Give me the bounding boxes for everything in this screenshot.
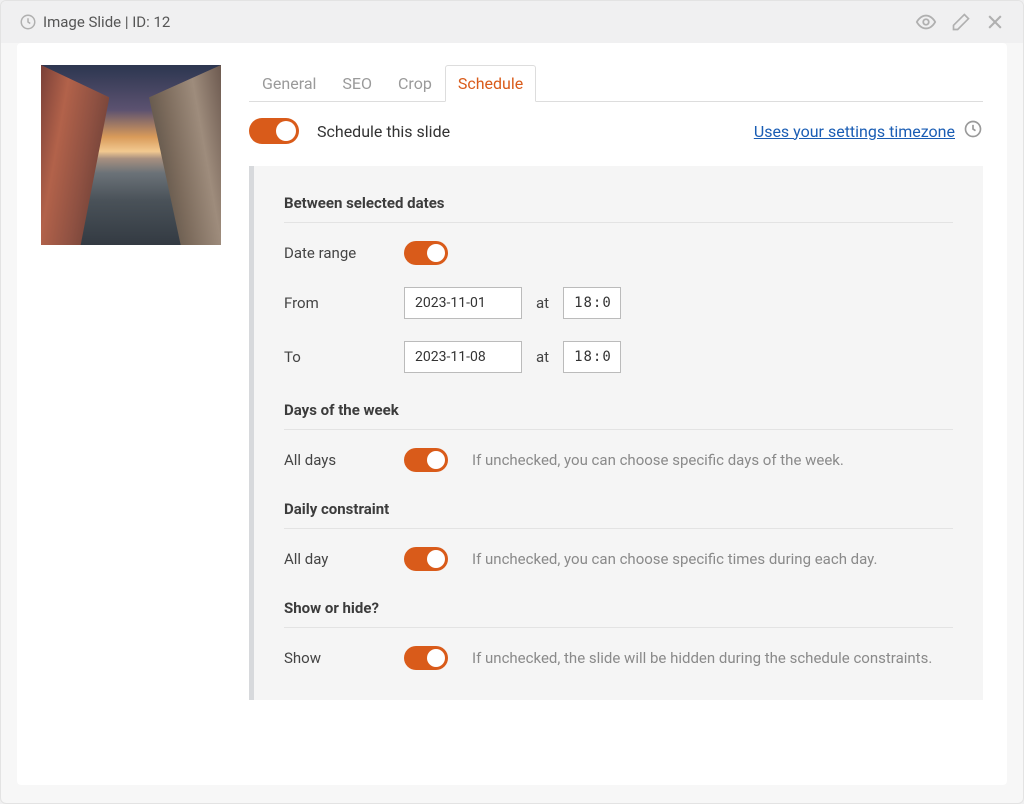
schedule-panel: Between selected dates Date range From a… (249, 166, 983, 700)
section-dates-title: Between selected dates (284, 194, 953, 212)
timezone-link-text: Uses your settings timezone (754, 122, 955, 141)
all-day-hint: If unchecked, you can choose specific ti… (472, 549, 877, 570)
pencil-icon[interactable] (951, 12, 971, 32)
clock-icon (963, 119, 983, 143)
clock-icon (19, 13, 37, 31)
section-dates: Between selected dates Date range From a… (284, 194, 953, 373)
to-date-input[interactable] (404, 341, 522, 373)
tab-schedule[interactable]: Schedule (445, 65, 536, 102)
from-label: From (284, 294, 404, 312)
schedule-slide-label: Schedule this slide (317, 122, 450, 141)
show-row: Show If unchecked, the slide will be hid… (284, 646, 953, 670)
schedule-toggle-wrap: Schedule this slide (249, 118, 450, 144)
to-label: To (284, 348, 404, 366)
show-label: Show (284, 649, 404, 667)
tab-general[interactable]: General (249, 65, 329, 102)
slide-thumbnail[interactable] (41, 65, 221, 245)
date-range-label: Date range (284, 244, 404, 262)
divider (284, 528, 953, 529)
all-day-label: All day (284, 550, 404, 568)
modal-header: Image Slide | ID: 12 (1, 1, 1023, 43)
at-label: at (536, 348, 549, 366)
close-icon[interactable] (985, 12, 1005, 32)
schedule-slide-toggle[interactable] (249, 118, 299, 144)
date-range-row: Date range (284, 241, 953, 265)
section-daily-title: Daily constraint (284, 500, 953, 518)
modal-title: Image Slide | ID: 12 (43, 13, 170, 31)
modal-actions (915, 11, 1005, 33)
to-time-input[interactable] (563, 341, 621, 373)
from-time-input[interactable] (563, 287, 621, 319)
eye-icon[interactable] (915, 11, 937, 33)
modal-body: General SEO Crop Schedule Schedule this … (17, 43, 1007, 785)
show-hint: If unchecked, the slide will be hidden d… (472, 648, 932, 669)
slide-settings-modal: Image Slide | ID: 12 General SEO Crop Sc… (0, 0, 1024, 804)
schedule-top-row: Schedule this slide Uses your settings t… (249, 118, 983, 144)
all-days-hint: If unchecked, you can choose specific da… (472, 450, 844, 471)
show-toggle[interactable] (404, 646, 448, 670)
all-days-row: All days If unchecked, you can choose sp… (284, 448, 953, 472)
tab-crop[interactable]: Crop (385, 65, 445, 102)
divider (284, 627, 953, 628)
all-day-toggle[interactable] (404, 547, 448, 571)
all-days-label: All days (284, 451, 404, 469)
at-label: at (536, 294, 549, 312)
section-showhide-title: Show or hide? (284, 599, 953, 617)
date-range-toggle[interactable] (404, 241, 448, 265)
all-days-toggle[interactable] (404, 448, 448, 472)
from-row: From at (284, 287, 953, 319)
timezone-settings-link[interactable]: Uses your settings timezone (754, 119, 983, 143)
modal-title-wrap: Image Slide | ID: 12 (19, 13, 170, 31)
divider (284, 222, 953, 223)
all-day-row: All day If unchecked, you can choose spe… (284, 547, 953, 571)
section-days: Days of the week All days If unchecked, … (284, 401, 953, 472)
tab-seo[interactable]: SEO (329, 65, 385, 102)
section-showhide: Show or hide? Show If unchecked, the sli… (284, 599, 953, 670)
tab-bar: General SEO Crop Schedule (249, 65, 983, 102)
to-row: To at (284, 341, 953, 373)
divider (284, 429, 953, 430)
section-days-title: Days of the week (284, 401, 953, 419)
from-date-input[interactable] (404, 287, 522, 319)
content-area: General SEO Crop Schedule Schedule this … (249, 65, 983, 763)
section-daily: Daily constraint All day If unchecked, y… (284, 500, 953, 571)
